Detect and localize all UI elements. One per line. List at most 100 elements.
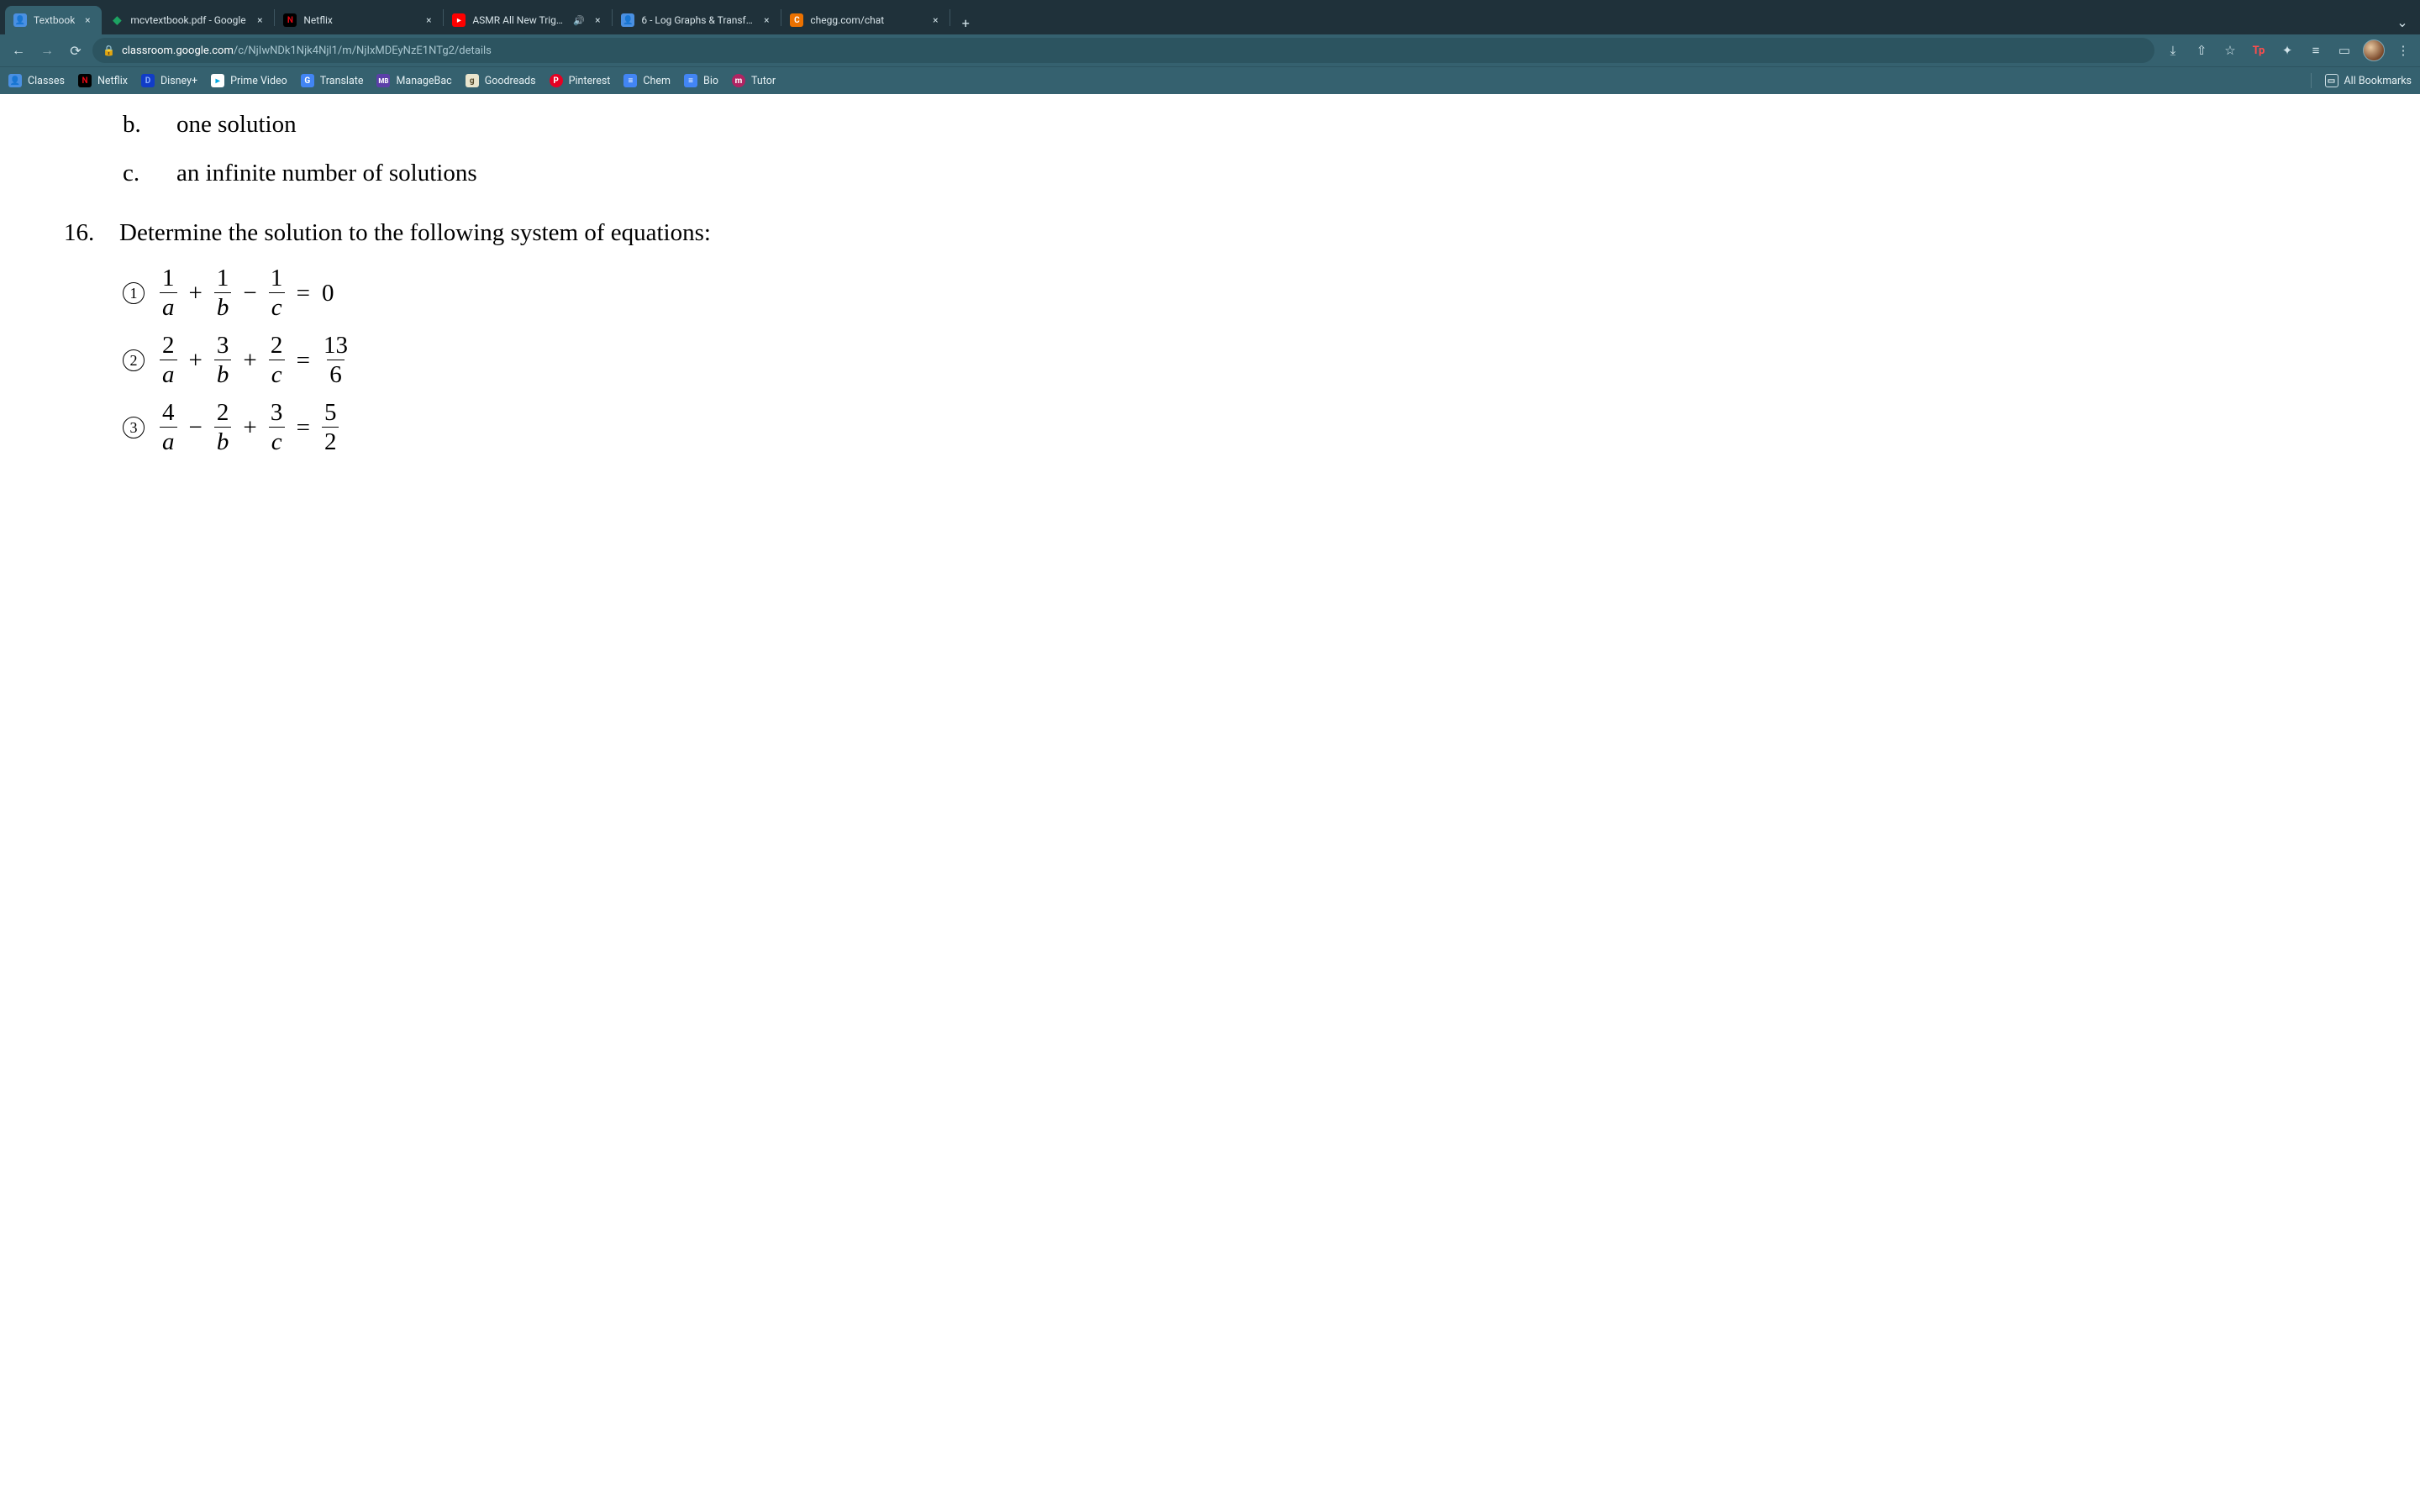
close-icon[interactable]: × bbox=[592, 14, 603, 26]
answer-option-b: b. one solution bbox=[123, 109, 2420, 139]
bookmark-goodreads[interactable]: g Goodreads bbox=[466, 74, 536, 87]
close-icon[interactable]: × bbox=[760, 14, 772, 26]
bookmark-icon: 👤 bbox=[8, 74, 22, 87]
favicon-chegg-icon: C bbox=[790, 13, 803, 27]
bookmark-tutor[interactable]: m Tutor bbox=[732, 74, 776, 87]
bookmark-prime[interactable]: ▸ Prime Video bbox=[211, 74, 287, 87]
bookmark-label: Prime Video bbox=[230, 75, 287, 87]
bookmark-icon: ▸ bbox=[211, 74, 224, 87]
tab-asmr[interactable]: ▸ ASMR All New Trigger 🔊 × bbox=[444, 6, 612, 34]
op-plus: + bbox=[186, 278, 206, 308]
bookmark-label: Chem bbox=[643, 75, 671, 87]
folder-icon: ▭ bbox=[2325, 74, 2338, 87]
bookmark-label: Pinterest bbox=[569, 75, 611, 87]
bookmark-disney[interactable]: D Disney+ bbox=[141, 74, 197, 87]
forward-button[interactable]: → bbox=[35, 39, 59, 62]
bookmark-translate[interactable]: G Translate bbox=[301, 74, 364, 87]
close-icon[interactable]: × bbox=[423, 14, 434, 26]
address-bar[interactable]: 🔒 classroom.google.com/c/NjIwNDk1Njk4Njl… bbox=[92, 38, 2154, 63]
bookmark-label: Tutor bbox=[751, 75, 776, 87]
bookmark-separator bbox=[2311, 73, 2312, 88]
rhs-value: 0 bbox=[322, 278, 334, 308]
tab-chegg[interactable]: C chegg.com/chat × bbox=[781, 6, 950, 34]
close-icon[interactable]: × bbox=[82, 14, 93, 26]
bookmark-icon: MB bbox=[376, 74, 390, 87]
bookmark-label: Bio bbox=[703, 75, 718, 87]
bookmark-label: Disney+ bbox=[160, 75, 197, 87]
tab-log-graphs[interactable]: 👤 6 - Log Graphs & Transfor × bbox=[613, 6, 781, 34]
bookmark-netflix[interactable]: N Netflix bbox=[78, 74, 128, 87]
bookmark-label: ManageBac bbox=[396, 75, 451, 87]
fraction: 1c bbox=[269, 266, 285, 320]
toolbar-actions: ⤓ ⇧ ☆ Tp ✦ ≡ ▭ ⋮ bbox=[2160, 39, 2413, 61]
side-panel-icon[interactable]: ▭ bbox=[2334, 40, 2354, 60]
bookmark-icon: m bbox=[732, 74, 745, 87]
tab-netflix[interactable]: N Netflix × bbox=[275, 6, 443, 34]
lock-icon: 🔒 bbox=[103, 45, 115, 56]
bookmark-star-icon[interactable]: ☆ bbox=[2220, 40, 2240, 60]
fraction: 4a bbox=[160, 401, 177, 454]
option-text: an infinite number of solutions bbox=[176, 158, 477, 188]
new-tab-button[interactable]: + bbox=[954, 11, 977, 34]
answer-option-c: c. an infinite number of solutions bbox=[123, 158, 2420, 188]
bookmark-label: Netflix bbox=[97, 75, 128, 87]
equation-marker: 1 bbox=[123, 282, 145, 304]
bookmark-chem[interactable]: ≡ Chem bbox=[623, 74, 671, 87]
equation-2: 2 2a + 3b + 2c = 136 bbox=[123, 333, 2420, 387]
profile-avatar[interactable] bbox=[2363, 39, 2385, 61]
bookmark-bio[interactable]: ≡ Bio bbox=[684, 74, 718, 87]
favicon-youtube-icon: ▸ bbox=[452, 13, 466, 27]
back-button[interactable]: ← bbox=[7, 39, 30, 62]
op-equals: = bbox=[293, 412, 313, 443]
bookmark-managebac[interactable]: MB ManageBac bbox=[376, 74, 451, 87]
equation-system: 1 1a + 1b − 1c = 0 2 2a + 3b + bbox=[123, 266, 2420, 454]
favicon-classroom-icon: 👤 bbox=[13, 13, 27, 27]
op-minus: − bbox=[239, 278, 260, 308]
equation-1: 1 1a + 1b − 1c = 0 bbox=[123, 266, 2420, 320]
extension-tp-icon[interactable]: Tp bbox=[2249, 40, 2269, 60]
bookmark-classes[interactable]: 👤 Classes bbox=[8, 74, 65, 87]
bookmark-icon: P bbox=[550, 74, 563, 87]
share-icon[interactable]: ⇧ bbox=[2191, 40, 2212, 60]
equation-3: 3 4a − 2b + 3c = 52 bbox=[123, 401, 2420, 454]
fraction: 1b bbox=[214, 266, 232, 320]
question-text: Determine the solution to the following … bbox=[119, 218, 711, 248]
bookmark-label: Classes bbox=[28, 75, 65, 87]
fraction: 3b bbox=[214, 333, 232, 387]
op-minus: − bbox=[186, 412, 206, 443]
favicon-classroom-icon: 👤 bbox=[621, 13, 634, 27]
tab-mcvtextbook[interactable]: ◆ mcvtextbook.pdf - Google × bbox=[102, 6, 274, 34]
bookmark-icon: D bbox=[141, 74, 155, 87]
tab-title: Textbook bbox=[34, 14, 75, 26]
tab-strip: 👤 Textbook × ◆ mcvtextbook.pdf - Google … bbox=[0, 0, 2420, 34]
extensions-icon[interactable]: ✦ bbox=[2277, 40, 2297, 60]
bookmark-pinterest[interactable]: P Pinterest bbox=[550, 74, 611, 87]
page-content: b. one solution c. an infinite number of… bbox=[0, 94, 2420, 1512]
bookmark-icon: N bbox=[78, 74, 92, 87]
install-app-icon[interactable]: ⤓ bbox=[2163, 40, 2183, 60]
tab-textbook[interactable]: 👤 Textbook × bbox=[5, 6, 102, 34]
url-text: classroom.google.com/c/NjIwNDk1Njk4Njl1/… bbox=[122, 45, 492, 57]
question-16: 16. Determine the solution to the follow… bbox=[66, 218, 2420, 248]
equation-body: 2a + 3b + 2c = 136 bbox=[160, 333, 350, 387]
all-bookmarks-button[interactable]: ▭ All Bookmarks bbox=[2325, 74, 2412, 87]
fraction: 52 bbox=[322, 401, 339, 454]
tab-title: 6 - Log Graphs & Transfor bbox=[641, 14, 754, 26]
close-icon[interactable]: × bbox=[254, 14, 266, 26]
option-label: c. bbox=[123, 158, 176, 188]
all-bookmarks-label: All Bookmarks bbox=[2344, 75, 2412, 87]
op-plus: + bbox=[186, 345, 206, 375]
op-plus: + bbox=[239, 412, 260, 443]
fraction: 1a bbox=[160, 266, 177, 320]
reload-button[interactable]: ⟳ bbox=[64, 39, 87, 62]
reading-list-icon[interactable]: ≡ bbox=[2306, 40, 2326, 60]
equation-body: 1a + 1b − 1c = 0 bbox=[160, 266, 334, 320]
fraction: 136 bbox=[322, 333, 350, 387]
audio-playing-icon[interactable]: 🔊 bbox=[573, 15, 585, 26]
tab-search-button[interactable]: ⌄ bbox=[2390, 9, 2415, 34]
equation-body: 4a − 2b + 3c = 52 bbox=[160, 401, 339, 454]
close-icon[interactable]: × bbox=[929, 14, 941, 26]
favicon-drive-icon: ◆ bbox=[110, 13, 124, 27]
equation-marker: 2 bbox=[123, 349, 145, 371]
chrome-menu-icon[interactable]: ⋮ bbox=[2393, 40, 2413, 60]
